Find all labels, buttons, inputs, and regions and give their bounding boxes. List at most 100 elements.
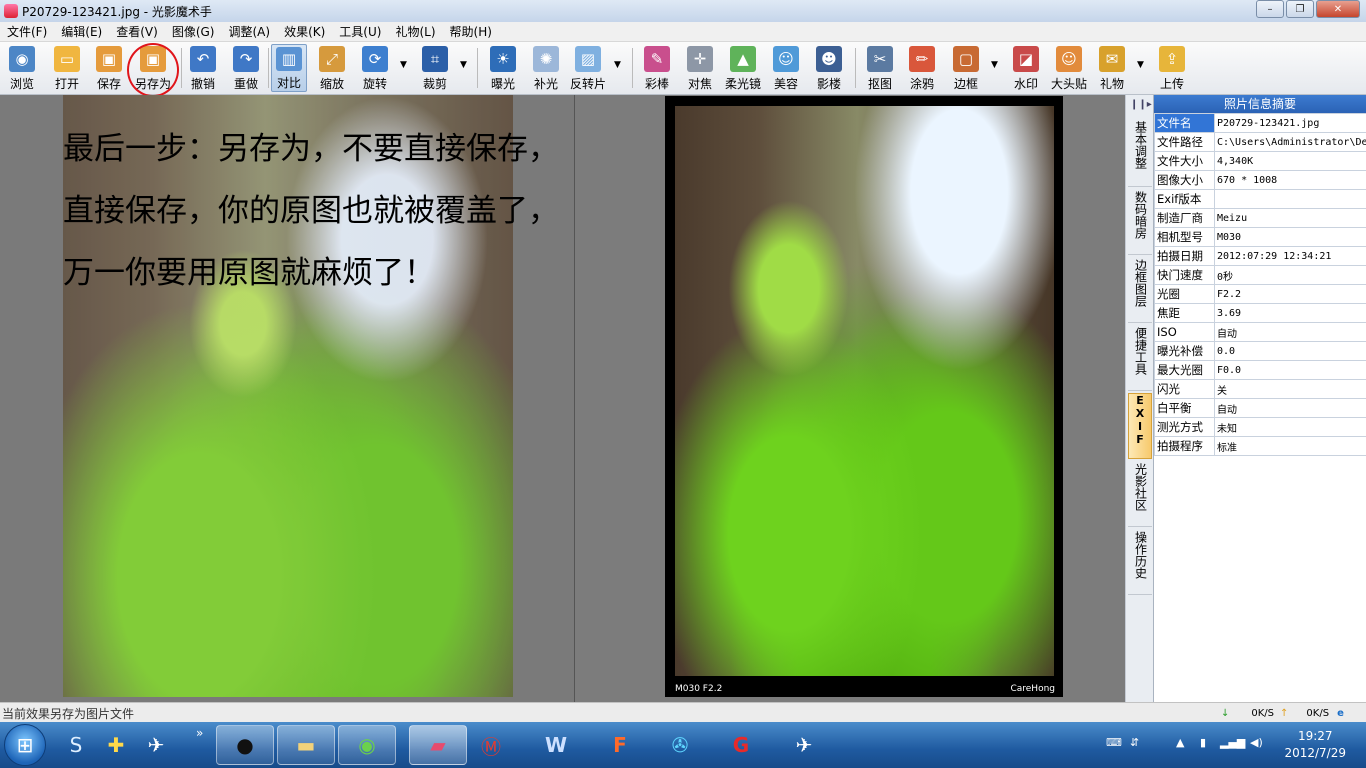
info-row[interactable]: 最大光圈 F0.0 [1154, 360, 1366, 380]
taskbar-app-icon[interactable]: F [600, 725, 640, 765]
menu-file[interactable]: 文件(F) [0, 23, 54, 40]
taskbar-app-icon[interactable]: ✇ [660, 725, 700, 765]
save-button[interactable]: ▣ 保存 [94, 44, 124, 92]
info-row[interactable]: 文件大小 4,340K [1154, 151, 1366, 171]
info-row[interactable]: 曝光补偿 0.0 [1154, 341, 1366, 361]
negative-dropdown[interactable]: ▼ [614, 60, 621, 70]
info-row[interactable]: 拍摄日期 2012:07:29 12:34:21 [1154, 246, 1366, 266]
crop-dropdown[interactable]: ▼ [460, 60, 467, 70]
tab-community[interactable]: 光影社区 [1128, 463, 1152, 527]
color-wand-button[interactable]: ✎ 彩棒 [642, 44, 672, 92]
taskbar-app-icon[interactable]: W [536, 725, 576, 765]
crop-button[interactable]: ⌗ 裁剪 [420, 44, 450, 92]
info-key: 曝光补偿 [1154, 341, 1215, 361]
info-row[interactable]: 制造厂商 Meizu [1154, 208, 1366, 228]
gift-dropdown[interactable]: ▼ [1137, 60, 1144, 70]
menu-image[interactable]: 图像(G) [165, 23, 222, 40]
more-apps-chevron[interactable]: » [196, 726, 203, 740]
watermark-button[interactable]: ◪ 水印 [1011, 44, 1041, 92]
keyboard-icon[interactable]: ⌨ [1106, 736, 1122, 749]
taskbar-window-explorer[interactable]: ▬ [277, 725, 335, 765]
color-wand-label: 彩棒 [644, 77, 669, 91]
info-value: 2012:07:29 12:34:21 [1214, 246, 1366, 266]
border-button[interactable]: ▢ 边框 [951, 44, 981, 92]
menu-gifts[interactable]: 礼物(L) [388, 23, 442, 40]
soft-lens-icon: ▲ [730, 46, 756, 72]
rotate-label: 旋转 [362, 77, 387, 91]
minimize-button[interactable]: – [1256, 0, 1284, 18]
save-as-highlight-circle [127, 43, 179, 97]
info-row[interactable]: 闪光关 [1154, 379, 1366, 399]
taskbar-window-browser[interactable]: ◉ [338, 725, 396, 765]
clock[interactable]: 19:27 2012/7/29 [1284, 728, 1346, 762]
browser-icon[interactable]: e [1337, 708, 1344, 719]
menu-help[interactable]: 帮助(H) [443, 23, 499, 40]
tab-history[interactable]: 操作历史 [1128, 531, 1152, 595]
show-hidden-icons[interactable]: ▲ [1176, 736, 1184, 749]
fill-light-button[interactable]: ✺ 补光 [531, 44, 561, 92]
rotate-button[interactable]: ⟳ 旋转 [360, 44, 390, 92]
negative-button[interactable]: ▨ 反转片 [569, 44, 607, 92]
info-row[interactable]: 图像大小 670 * 1008 [1154, 170, 1366, 190]
undo-button[interactable]: ↶ 撤销 [188, 44, 218, 92]
compare-button[interactable]: ▥ 对比 [271, 44, 307, 92]
taskbar-app-icon[interactable]: ✈ [784, 725, 824, 765]
border-label: 边框 [953, 77, 978, 91]
browse-button[interactable]: ◉ 浏览 [5, 44, 39, 92]
taskbar-window-qq[interactable]: ● [216, 725, 274, 765]
tab-border-layer[interactable]: 边框图层 [1128, 259, 1152, 323]
gift-button[interactable]: ✉ 礼物 [1097, 44, 1127, 92]
taskbar-app-icon[interactable]: ✚ [96, 725, 136, 765]
tab-quick-tools[interactable]: 便捷工具 [1128, 327, 1152, 391]
taskbar-app-icon[interactable]: ✈ [136, 725, 176, 765]
info-row[interactable]: 白平衡 自动 [1154, 398, 1366, 418]
tab-exif[interactable]: EXIF [1128, 393, 1152, 459]
doodle-button[interactable]: ✏ 涂鸦 [907, 44, 937, 92]
menu-view[interactable]: 查看(V) [109, 23, 165, 40]
taskbar-app-icon[interactable]: S [56, 725, 96, 765]
device-icon[interactable]: ▮ [1200, 736, 1206, 749]
redo-button[interactable]: ↷ 重做 [231, 44, 261, 92]
rotate-dropdown[interactable]: ▼ [400, 60, 407, 70]
cutout-button[interactable]: ✂ 抠图 [865, 44, 895, 92]
undo-label: 撤销 [190, 77, 215, 91]
info-row[interactable]: 光圈 F2.2 [1154, 284, 1366, 304]
info-row[interactable]: 文件名 P20729-123421.jpg [1154, 113, 1366, 133]
tab-basic-adjust[interactable]: 基本调整 [1128, 121, 1152, 187]
info-row[interactable]: 相机型号 M030 [1154, 227, 1366, 247]
taskbar-app-icon[interactable]: Ⓜ [471, 725, 511, 765]
info-row[interactable]: 焦距 3.69 [1154, 303, 1366, 323]
border-dropdown[interactable]: ▼ [991, 60, 998, 70]
menu-tools[interactable]: 工具(U) [332, 23, 388, 40]
upload-button[interactable]: ⇪ 上传 [1157, 44, 1187, 92]
info-row[interactable]: Exif版本 [1154, 189, 1366, 209]
beauty-button[interactable]: ☺ 美容 [771, 44, 801, 92]
save-label: 保存 [96, 77, 121, 91]
tab-digital-darkroom[interactable]: 数码暗房 [1128, 191, 1152, 255]
zoom-button[interactable]: ⤢ 缩放 [316, 44, 348, 92]
maximize-button[interactable]: ❐ [1286, 0, 1314, 18]
menu-adjust[interactable]: 调整(A) [221, 23, 277, 40]
info-row[interactable]: 拍摄程序 标准 [1154, 436, 1366, 456]
network-icon[interactable]: ▂▄▆ [1220, 736, 1245, 749]
sticker-button[interactable]: ☺ 大头贴 [1049, 44, 1089, 92]
info-row[interactable]: 测光方式 未知 [1154, 417, 1366, 437]
studio-button[interactable]: ☻ 影楼 [814, 44, 844, 92]
start-button[interactable]: ⊞ [4, 724, 46, 766]
taskbar-window-photo-editor[interactable]: ▰ [409, 725, 467, 765]
info-row[interactable]: 文件路径 C:\Users\Administrator\De [1154, 132, 1366, 152]
volume-icon[interactable]: ◀) [1250, 736, 1263, 749]
soft-lens-button[interactable]: ▲ 柔光镜 [723, 44, 763, 92]
ime-icon[interactable]: ⇵ [1130, 736, 1139, 749]
info-row[interactable]: ISO 自动 [1154, 322, 1366, 342]
taskbar-app-icon[interactable]: G [721, 725, 761, 765]
face-icon: ☺ [773, 46, 799, 72]
menu-effects[interactable]: 效果(K) [277, 23, 332, 40]
exposure-button[interactable]: ☀ 曝光 [488, 44, 518, 92]
collapse-panel-icon[interactable]: ❙❙▸ [1130, 99, 1152, 110]
info-row[interactable]: 快门速度 0秒 [1154, 265, 1366, 285]
focus-button[interactable]: ✛ 对焦 [685, 44, 715, 92]
open-button[interactable]: ▭ 打开 [50, 44, 84, 92]
close-button[interactable]: ✕ [1316, 0, 1360, 18]
menu-edit[interactable]: 编辑(E) [54, 23, 109, 40]
